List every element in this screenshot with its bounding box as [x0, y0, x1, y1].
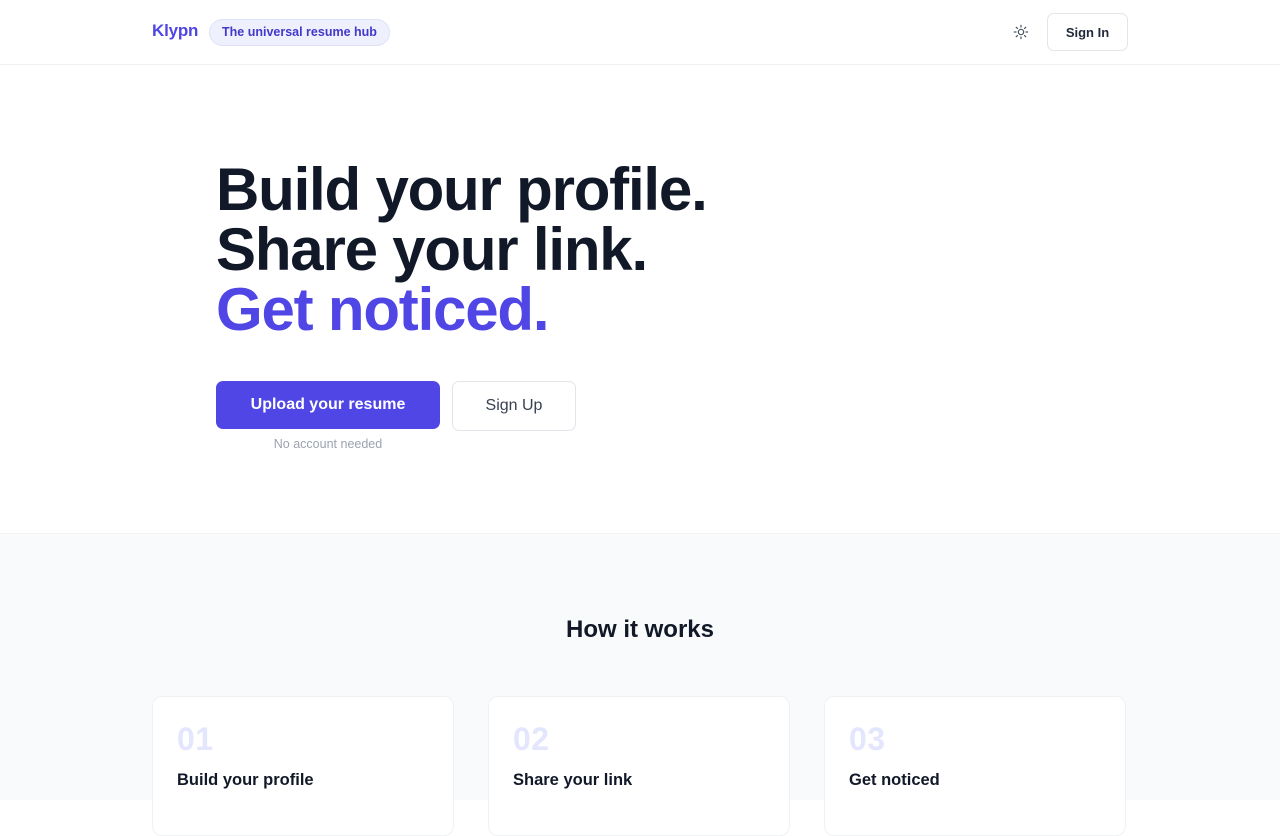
- step-number: 01: [177, 721, 214, 757]
- no-account-hint: No account needed: [273, 437, 383, 451]
- how-it-works-section: How it works 01 Build your profile 02 Sh…: [0, 533, 1280, 836]
- sun-icon: [1013, 24, 1029, 40]
- how-it-works-title: How it works: [565, 616, 715, 643]
- step-number: 03: [849, 721, 886, 757]
- step-card: 02 Share your link: [488, 696, 790, 836]
- step-card: 03 Get noticed: [824, 696, 1126, 836]
- upload-resume-button[interactable]: Upload your resume: [216, 381, 440, 429]
- theme-toggle-button[interactable]: [1009, 20, 1033, 44]
- hero-line-noticed: Get noticed.: [216, 276, 550, 343]
- step-number: 02: [513, 721, 550, 757]
- sign-up-button[interactable]: Sign Up: [452, 381, 576, 431]
- sign-in-button[interactable]: Sign In: [1047, 13, 1128, 51]
- brand-logo[interactable]: Klypn: [152, 21, 198, 41]
- hero-title: Build your profile. Share your link. Get…: [216, 156, 708, 343]
- hero-line-build: Build your profile.: [216, 156, 708, 223]
- site-header: Klypn The universal resume hub Sign In: [0, 0, 1280, 65]
- tagline-badge: The universal resume hub: [209, 19, 390, 46]
- hero-line-share: Share your link.: [216, 216, 648, 283]
- step-title: Share your link: [513, 771, 633, 789]
- step-card: 01 Build your profile: [152, 696, 454, 836]
- step-title: Build your profile: [177, 771, 314, 789]
- step-title: Get noticed: [849, 771, 940, 789]
